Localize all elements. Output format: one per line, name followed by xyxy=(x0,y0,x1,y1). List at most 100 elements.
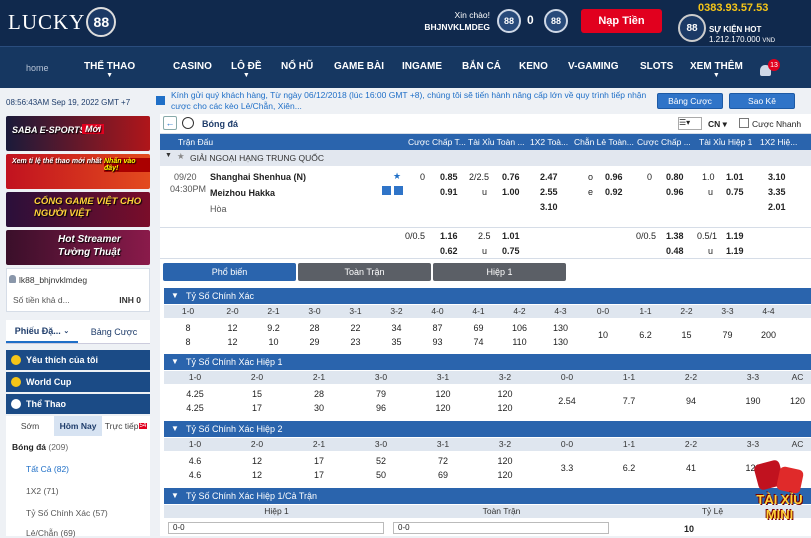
odds-value[interactable]: 15 xyxy=(666,330,707,340)
favorite-star-icon[interactable]: ★ xyxy=(393,171,401,182)
nav-ingame[interactable]: INGAME xyxy=(402,61,442,72)
section-ht-ft[interactable]: ▼ Tỷ Số Chính Xác Hiệp 1/Cả Trận xyxy=(164,488,811,504)
odds-value[interactable]: 130 xyxy=(540,337,581,347)
odds-value[interactable]: 120 xyxy=(412,389,474,399)
odds-value[interactable]: 28 xyxy=(288,389,350,399)
odds-value[interactable]: 22 xyxy=(335,323,376,333)
odds-value[interactable]: 110 xyxy=(499,337,540,347)
odds-value[interactable]: 120 xyxy=(784,396,811,406)
odds-value[interactable]: 7.7 xyxy=(598,396,660,406)
league-row[interactable]: ▼ ★ GIẢI NGOẠI HẠNG TRUNG QUỐC xyxy=(160,150,811,166)
market-correct-score[interactable]: Tỷ Số Chính Xác (57) xyxy=(26,508,108,518)
odds-value[interactable]: 3.3 xyxy=(536,463,598,473)
nav-vgaming[interactable]: V-GAMING xyxy=(568,61,619,72)
banner-saba[interactable]: SABA E-SPORTS Mới xyxy=(6,116,150,151)
odds-value[interactable]: 17 xyxy=(226,403,288,413)
odds-value[interactable]: 106 xyxy=(499,323,540,333)
sports-section[interactable]: Thể Thao xyxy=(6,394,150,414)
odds-value[interactable]: 96 xyxy=(350,403,412,413)
tab-live[interactable]: Trực tiếp 54 xyxy=(102,416,150,436)
nav-lode[interactable]: LÔ ĐỀ ▼ xyxy=(231,61,262,80)
odds-value[interactable]: 8 xyxy=(164,323,212,333)
announcement-ticker[interactable]: Kính gửi quý khách hàng, Từ ngày 06/12/2… xyxy=(156,90,651,114)
odds-value[interactable]: 120 xyxy=(474,470,536,480)
live-icon[interactable] xyxy=(394,186,403,195)
lang-select[interactable]: CN ▾ xyxy=(708,119,727,130)
quick-bet-checkbox[interactable] xyxy=(739,118,749,128)
favorites-section[interactable]: Yêu thích của tôi xyxy=(6,350,150,370)
coin-icon[interactable]: 88 xyxy=(497,9,521,33)
odds-value[interactable]: 17 xyxy=(288,470,350,480)
odds-value[interactable]: 4.6 xyxy=(164,470,226,480)
odds-value[interactable]: 10 xyxy=(581,330,625,340)
market-odd-even[interactable]: Lẻ/Chẵn (69) xyxy=(26,528,76,538)
tab-early[interactable]: Sớm xyxy=(6,416,54,436)
odds-value[interactable]: 200 xyxy=(748,330,789,340)
odds-value[interactable]: 12 xyxy=(212,323,253,333)
tab-full-match[interactable]: Toàn Trận xyxy=(298,263,431,281)
odds-value[interactable]: 4.25 xyxy=(164,403,226,413)
odds-value[interactable]: 120 xyxy=(474,389,536,399)
odds-value[interactable]: 35 xyxy=(376,337,417,347)
odds-value[interactable]: 93 xyxy=(417,337,458,347)
ht-select[interactable]: 0-0 xyxy=(168,522,384,534)
odds-value[interactable]: 10 xyxy=(253,337,294,347)
odds-value[interactable]: 41 xyxy=(660,463,722,473)
odds-value[interactable]: 190 xyxy=(722,396,784,406)
nav-more[interactable]: XEM THÊM ▼ xyxy=(690,61,743,80)
odds-value[interactable]: 12 xyxy=(226,470,288,480)
nav-gamebai[interactable]: GAME BÀI xyxy=(334,61,384,72)
odds-value[interactable]: 120 xyxy=(474,456,536,466)
ft-select[interactable]: 0-0 xyxy=(393,522,609,534)
brand-logo[interactable]: LUCKY 88 xyxy=(8,7,117,37)
section-correct-score-h1[interactable]: ▼ Tỷ Số Chính Xác Hiệp 1 xyxy=(164,354,811,370)
tab-bet-slip[interactable]: Phiếu Đặ... ⌄ xyxy=(6,320,78,343)
world-cup-section[interactable]: World Cup xyxy=(6,372,150,392)
odds-value[interactable]: 50 xyxy=(350,470,412,480)
odds-value[interactable]: 8 xyxy=(164,337,212,347)
tab-bet-board[interactable]: Bảng Cược xyxy=(78,320,150,343)
section-correct-score[interactable]: ▼ Tỷ Số Chính Xác xyxy=(164,288,811,304)
odds-value[interactable]: 74 xyxy=(458,337,499,347)
odds-value[interactable]: 4.6 xyxy=(164,456,226,466)
odds-value[interactable]: 120 xyxy=(412,403,474,413)
dice-mini-game[interactable]: TÀI XỈU MINI xyxy=(748,459,811,536)
odds-value[interactable]: 79 xyxy=(707,330,748,340)
odds-value[interactable]: 120 xyxy=(474,403,536,413)
odds-value[interactable]: 94 xyxy=(660,396,722,406)
odds-value[interactable]: 28 xyxy=(294,323,335,333)
deposit-button[interactable]: Nạp Tiền xyxy=(581,9,662,33)
odds-value[interactable]: 79 xyxy=(350,389,412,399)
nav-keno[interactable]: KENO xyxy=(519,61,548,72)
odds-value[interactable]: 12 xyxy=(226,456,288,466)
market-1x2[interactable]: 1X2 (71) xyxy=(26,486,59,496)
tab-today[interactable]: Hôm Nay xyxy=(54,416,102,436)
odds-value[interactable]: 2.54 xyxy=(536,396,598,406)
stats-icon[interactable] xyxy=(382,186,391,195)
odds-value[interactable]: 69 xyxy=(458,323,499,333)
back-button[interactable]: ← xyxy=(163,116,177,130)
home-link[interactable]: home xyxy=(26,63,49,73)
statement-button[interactable]: Sao Kê xyxy=(729,93,795,109)
odds-value[interactable]: 6.2 xyxy=(598,463,660,473)
market-all[interactable]: Tất Cả (82) xyxy=(26,464,69,474)
odds-value[interactable]: 52 xyxy=(350,456,412,466)
nav-sports[interactable]: THỂ THAO ▼ xyxy=(84,61,135,80)
nav-slots[interactable]: SLOTS xyxy=(640,61,673,72)
view-toggle[interactable]: ☰▾ xyxy=(678,117,702,130)
odds-value[interactable]: 30 xyxy=(288,403,350,413)
nav-nohu[interactable]: NỔ HŨ xyxy=(281,61,313,72)
odds-value[interactable]: 17 xyxy=(288,456,350,466)
odds-value[interactable]: 29 xyxy=(294,337,335,347)
nav-casino[interactable]: CASINO xyxy=(173,61,212,72)
odds-value[interactable]: 34 xyxy=(376,323,417,333)
odds-value[interactable]: 6.2 xyxy=(625,330,666,340)
banner-odds[interactable]: Xem tỉ lệ thể thao mới nhất Nhấn vào đây… xyxy=(6,154,150,189)
odds-value[interactable]: 15 xyxy=(226,389,288,399)
odds-value[interactable]: 4.25 xyxy=(164,389,226,399)
tab-popular[interactable]: Phổ biến xyxy=(163,263,296,281)
odds-value[interactable]: 72 xyxy=(412,456,474,466)
nav-banca[interactable]: BẮN CÁ xyxy=(462,61,501,72)
odds-value[interactable]: 23 xyxy=(335,337,376,347)
sport-football[interactable]: Bóng đá (209) xyxy=(12,442,68,452)
